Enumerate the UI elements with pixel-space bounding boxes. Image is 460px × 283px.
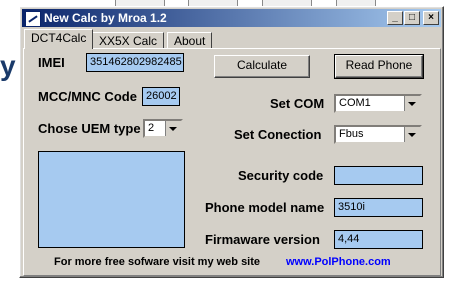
phone-model-field[interactable]: 3510i	[334, 198, 423, 217]
calculate-button[interactable]: Calculate	[214, 55, 310, 78]
imei-label: IMEI	[38, 55, 65, 70]
title-bar[interactable]: New Calc by Mroa 1.2 _ □ ×	[22, 9, 441, 27]
chevron-down-icon[interactable]	[404, 127, 420, 142]
chevron-down-icon[interactable]	[404, 96, 420, 111]
firmware-field[interactable]: 4,44	[334, 230, 423, 249]
set-com-label: Set COM	[270, 96, 325, 111]
mcc-mnc-label: MCC/MNC Code	[38, 89, 137, 104]
firmware-label: Firmaware version	[205, 232, 320, 247]
read-phone-button[interactable]: Read Phone	[334, 54, 424, 79]
maximize-button[interactable]: □	[404, 11, 420, 25]
tab-xx5x-calc[interactable]: XX5X Calc	[92, 32, 165, 49]
window-title: New Calc by Mroa 1.2	[44, 11, 167, 25]
tab-about[interactable]: About	[167, 32, 213, 49]
mcc-mnc-field[interactable]: 26002	[142, 87, 180, 106]
output-box[interactable]	[38, 151, 185, 248]
tab-bar: DCT4Calc XX5X Calc About	[22, 29, 441, 49]
set-connection-label: Set Conection	[234, 127, 322, 142]
set-connection-select[interactable]: Fbus	[334, 125, 422, 144]
security-code-field[interactable]	[334, 166, 423, 185]
background-partial-text: y	[0, 50, 16, 81]
uem-type-value: 2	[148, 122, 155, 134]
website-link[interactable]: www.PolPhone.com	[286, 256, 391, 268]
close-button[interactable]: ×	[423, 11, 439, 25]
app-icon	[25, 11, 41, 27]
phone-model-label: Phone model name	[205, 200, 325, 215]
chevron-down-icon[interactable]	[165, 121, 181, 136]
security-code-label: Security code	[238, 168, 324, 183]
imei-field[interactable]: 351462802982485	[86, 53, 184, 72]
minimize-button[interactable]: _	[387, 11, 403, 25]
set-com-select[interactable]: COM1	[334, 94, 422, 113]
app-window: New Calc by Mroa 1.2 _ □ × DCT4Calc XX5X…	[19, 6, 444, 278]
uem-type-label: Chose UEM type	[38, 121, 141, 136]
tab-dct4calc[interactable]: DCT4Calc	[24, 29, 94, 49]
uem-type-select[interactable]: 2	[143, 119, 183, 138]
set-connection-value: Fbus	[339, 128, 364, 140]
footer-text: For more free sofware visit my web site	[54, 256, 261, 268]
set-com-value: COM1	[339, 97, 371, 109]
